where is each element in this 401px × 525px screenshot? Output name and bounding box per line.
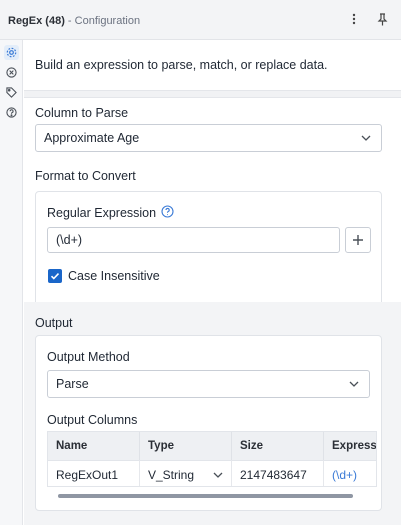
table-cell-name[interactable]: RegExOut1 bbox=[48, 460, 140, 486]
chevron-down-icon bbox=[349, 381, 359, 387]
column-header-size[interactable]: Size bbox=[232, 432, 324, 460]
window-title: RegEx (48) - Configuration bbox=[8, 15, 140, 27]
column-to-parse-label: Column to Parse bbox=[35, 106, 129, 120]
side-rail bbox=[0, 40, 23, 525]
column-to-parse-select[interactable]: Approximate Age bbox=[35, 124, 382, 152]
pin-icon[interactable] bbox=[375, 11, 389, 27]
chevron-down-icon bbox=[213, 472, 223, 478]
help-icon[interactable] bbox=[161, 205, 174, 218]
column-header-expression[interactable]: Express bbox=[324, 432, 376, 460]
description-text: Build an expression to parse, match, or … bbox=[35, 58, 328, 72]
output-method-select[interactable]: Parse bbox=[47, 370, 370, 398]
more-vertical-icon[interactable] bbox=[347, 11, 361, 27]
check-icon bbox=[50, 273, 60, 280]
format-to-convert-label: Format to Convert bbox=[35, 169, 136, 183]
table-cell-type[interactable]: V_String bbox=[140, 460, 232, 486]
regex-value: (\d+) bbox=[56, 233, 83, 247]
plus-icon bbox=[353, 235, 363, 245]
regex-label: Regular Expression bbox=[47, 206, 157, 220]
help-icon[interactable] bbox=[4, 105, 19, 120]
gear-icon[interactable] bbox=[4, 45, 19, 60]
chevron-down-icon bbox=[361, 135, 371, 141]
output-method-label: Output Method bbox=[47, 350, 130, 364]
column-header-name[interactable]: Name bbox=[48, 432, 140, 460]
table-horizontal-scrollbar[interactable] bbox=[58, 494, 353, 498]
title-subtitle: Configuration bbox=[74, 15, 141, 27]
output-method-value: Parse bbox=[56, 377, 89, 391]
column-to-parse-value: Approximate Age bbox=[44, 131, 140, 145]
title-separator: - bbox=[64, 15, 75, 27]
output-label: Output bbox=[35, 316, 73, 330]
tool-name: RegEx (48) bbox=[8, 15, 65, 27]
circle-x-icon[interactable] bbox=[4, 65, 19, 80]
case-insensitive-checkbox[interactable] bbox=[48, 269, 62, 283]
column-header-type[interactable]: Type bbox=[140, 432, 232, 460]
regex-input[interactable]: (\d+) bbox=[47, 227, 340, 253]
section-divider bbox=[24, 90, 401, 98]
output-columns-label: Output Columns bbox=[47, 413, 138, 427]
title-bar: RegEx (48) - Configuration bbox=[0, 0, 401, 40]
add-expression-button[interactable] bbox=[345, 227, 371, 253]
case-insensitive-label: Case Insensitive bbox=[68, 269, 160, 283]
type-value: V_String bbox=[148, 467, 195, 482]
tag-icon[interactable] bbox=[4, 85, 19, 100]
table-cell-expression[interactable]: (\d+) bbox=[324, 460, 376, 486]
output-columns-table: Name Type Size Express RegExOut1 V_Strin… bbox=[47, 431, 377, 487]
table-cell-size[interactable]: 2147483647 bbox=[232, 460, 324, 486]
